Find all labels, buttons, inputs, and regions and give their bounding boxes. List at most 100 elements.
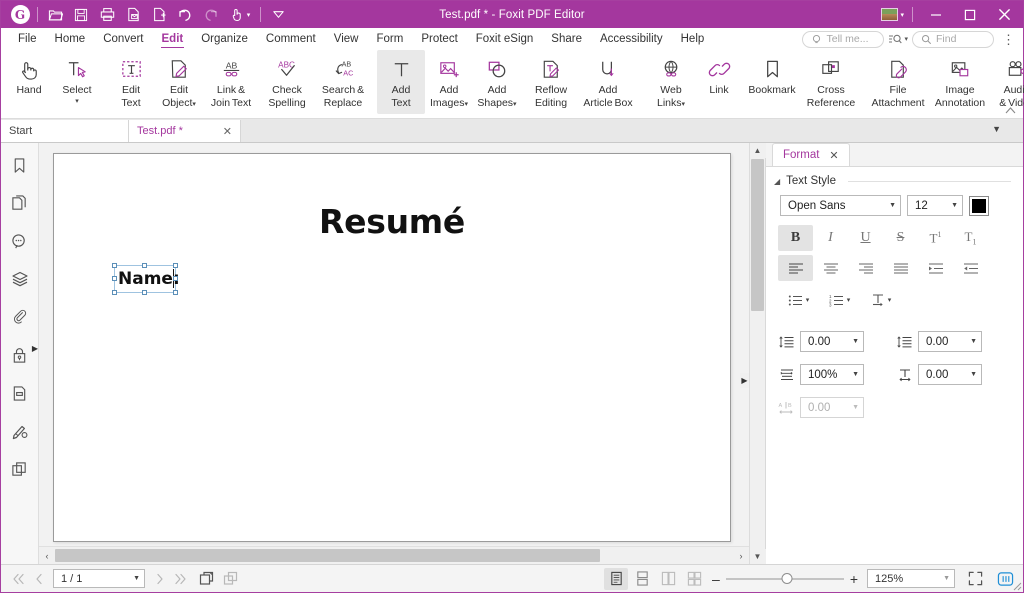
add-shapes-chevron-down-icon[interactable]: ▾ — [513, 101, 517, 108]
vertical-scrollbar[interactable]: ▲ ▼ — [749, 143, 766, 564]
selected-text-object[interactable]: Name: — [112, 263, 180, 295]
touch-mode-icon[interactable]: ▾ — [224, 3, 256, 26]
page-container[interactable]: Resumé Name: ‹ › — [39, 143, 749, 564]
more-options-icon[interactable]: ⋮ — [998, 33, 1019, 46]
font-size-chevron-down-icon[interactable]: ▼ — [947, 202, 958, 209]
select-chevron-down-icon[interactable]: ▾ — [75, 97, 79, 105]
redo-icon[interactable] — [198, 3, 224, 26]
subscript-button[interactable]: T1 — [953, 225, 988, 251]
font-color-swatch[interactable] — [969, 195, 989, 216]
underline-button[interactable]: U — [848, 225, 883, 251]
comments-panel-icon[interactable] — [7, 229, 33, 253]
fit-page-button[interactable] — [963, 568, 987, 590]
zoom-out-button[interactable]: – — [708, 572, 724, 586]
baseline-shift-field[interactable]: 0.00 ▼ — [918, 364, 982, 385]
close-tab-icon[interactable]: ✕ — [205, 125, 232, 138]
vertical-scroll-thumb[interactable] — [751, 159, 764, 311]
print-icon[interactable] — [94, 3, 120, 26]
horizontal-scroll-thumb[interactable] — [55, 549, 600, 562]
text-direction-chevron-down-icon[interactable]: ▾ — [888, 296, 892, 304]
expand-panel-icon[interactable]: ▶ — [31, 341, 39, 355]
check-spelling-button[interactable]: ABC Check Spelling — [259, 50, 315, 114]
expand-right-panel-icon[interactable]: ▶ — [740, 373, 749, 388]
signatures-panel-icon[interactable] — [7, 419, 33, 443]
character-spacing-field[interactable]: 0.00 ▼ — [800, 397, 864, 418]
tab-list-chevron-down-icon[interactable]: ▼ — [992, 124, 1001, 134]
facing-view-button[interactable] — [656, 568, 680, 590]
first-page-button[interactable] — [7, 568, 28, 589]
align-left-button[interactable] — [778, 255, 813, 281]
add-text-button[interactable]: Add Text — [377, 50, 425, 114]
resize-handle-w[interactable] — [112, 276, 117, 281]
search-replace-button[interactable]: AB AC Search & Replace — [315, 50, 371, 114]
cross-reference-button[interactable]: Cross Reference — [801, 50, 861, 114]
menu-file[interactable]: File — [9, 31, 46, 47]
collapse-ribbon-icon[interactable] — [1005, 106, 1016, 115]
menu-foxit-esign[interactable]: Foxit eSign — [467, 31, 543, 47]
zoom-in-button[interactable]: + — [846, 572, 862, 586]
font-size-select[interactable]: 12 ▼ — [907, 195, 963, 216]
undo-icon[interactable] — [172, 3, 198, 26]
close-format-panel-icon[interactable]: ✕ — [829, 149, 838, 162]
text-direction-button[interactable]: ▾ — [860, 287, 901, 313]
resize-handle-se[interactable] — [173, 290, 178, 295]
edit-object-chevron-down-icon[interactable]: ▾ — [192, 101, 196, 108]
link-button[interactable]: Link — [695, 50, 743, 114]
scroll-left-icon[interactable]: ‹ — [39, 548, 55, 564]
zoom-slider-knob[interactable] — [781, 573, 793, 584]
open-icon[interactable] — [42, 3, 68, 26]
menu-edit[interactable]: Edit — [153, 31, 193, 48]
align-justify-button[interactable] — [883, 255, 918, 281]
page-transition-button[interactable] — [219, 568, 243, 590]
zoom-level-input[interactable]: 125% ▼ — [867, 569, 955, 588]
line-spacing-field[interactable]: 0.00 ▼ — [800, 331, 864, 352]
text-style-section-header[interactable]: ◢ Text Style — [766, 167, 1023, 191]
page-number-chevron-down-icon[interactable]: ▼ — [133, 575, 140, 582]
account-chevron-down-icon[interactable]: ▾ — [900, 11, 904, 19]
menu-comment[interactable]: Comment — [257, 31, 325, 47]
numbered-list-button[interactable]: 123 ▾ — [819, 287, 860, 313]
find-input[interactable]: Find — [912, 30, 994, 48]
decrease-indent-button[interactable] — [953, 255, 988, 281]
close-button[interactable] — [987, 2, 1021, 28]
align-right-button[interactable] — [848, 255, 883, 281]
rotate-view-button[interactable] — [195, 568, 219, 590]
menu-accessibility[interactable]: Accessibility — [591, 31, 672, 47]
web-links-chevron-down-icon[interactable]: ▾ — [682, 101, 686, 108]
numbered-list-chevron-down-icon[interactable]: ▾ — [847, 296, 851, 304]
last-page-button[interactable] — [170, 568, 191, 589]
hand-tool-button[interactable]: Hand — [5, 50, 53, 114]
resize-handle-e[interactable] — [173, 276, 178, 281]
paragraph-spacing-field[interactable]: 0.00 ▼ — [918, 331, 982, 352]
foxit-logo-icon[interactable]: G — [7, 3, 33, 26]
reflow-editing-button[interactable]: Reflow Editing — [527, 50, 575, 114]
tab-format[interactable]: Format ✕ — [772, 143, 850, 166]
single-page-view-button[interactable] — [604, 567, 629, 590]
web-links-button[interactable]: Web Links▾ — [647, 50, 695, 114]
bold-button[interactable]: B — [778, 225, 813, 251]
tell-me-input[interactable]: Tell me... — [802, 30, 885, 48]
baseline-shift-chevron-down-icon[interactable]: ▼ — [966, 371, 977, 378]
bulleted-list-button[interactable]: ▾ — [778, 287, 819, 313]
menu-organize[interactable]: Organize — [192, 31, 257, 47]
resize-handle-n[interactable] — [142, 263, 147, 268]
previous-page-button[interactable] — [28, 568, 49, 589]
scroll-up-icon[interactable]: ▲ — [749, 143, 766, 158]
resize-handle-ne[interactable] — [173, 263, 178, 268]
fields-panel-icon[interactable] — [7, 381, 33, 405]
advanced-search-button[interactable]: ▾ — [888, 33, 908, 45]
character-spacing-chevron-down-icon[interactable]: ▼ — [848, 404, 859, 411]
horizontal-scale-field[interactable]: 100% ▼ — [800, 364, 864, 385]
minimize-button[interactable] — [919, 2, 953, 28]
email-icon[interactable] — [120, 3, 146, 26]
stamps-panel-icon[interactable] — [7, 457, 33, 481]
resize-grip[interactable] — [1009, 578, 1022, 591]
page-number-input[interactable]: 1 / 1 ▼ — [53, 569, 145, 588]
resize-handle-sw[interactable] — [112, 290, 117, 295]
paragraph-spacing-chevron-down-icon[interactable]: ▼ — [966, 338, 977, 345]
menu-form[interactable]: Form — [367, 31, 412, 47]
doc-tab-start[interactable]: Start — [1, 120, 129, 142]
menu-help[interactable]: Help — [672, 31, 714, 47]
add-shapes-button[interactable]: Add Shapes▾ — [473, 50, 521, 114]
font-family-select[interactable]: Open Sans ▼ — [780, 195, 901, 216]
